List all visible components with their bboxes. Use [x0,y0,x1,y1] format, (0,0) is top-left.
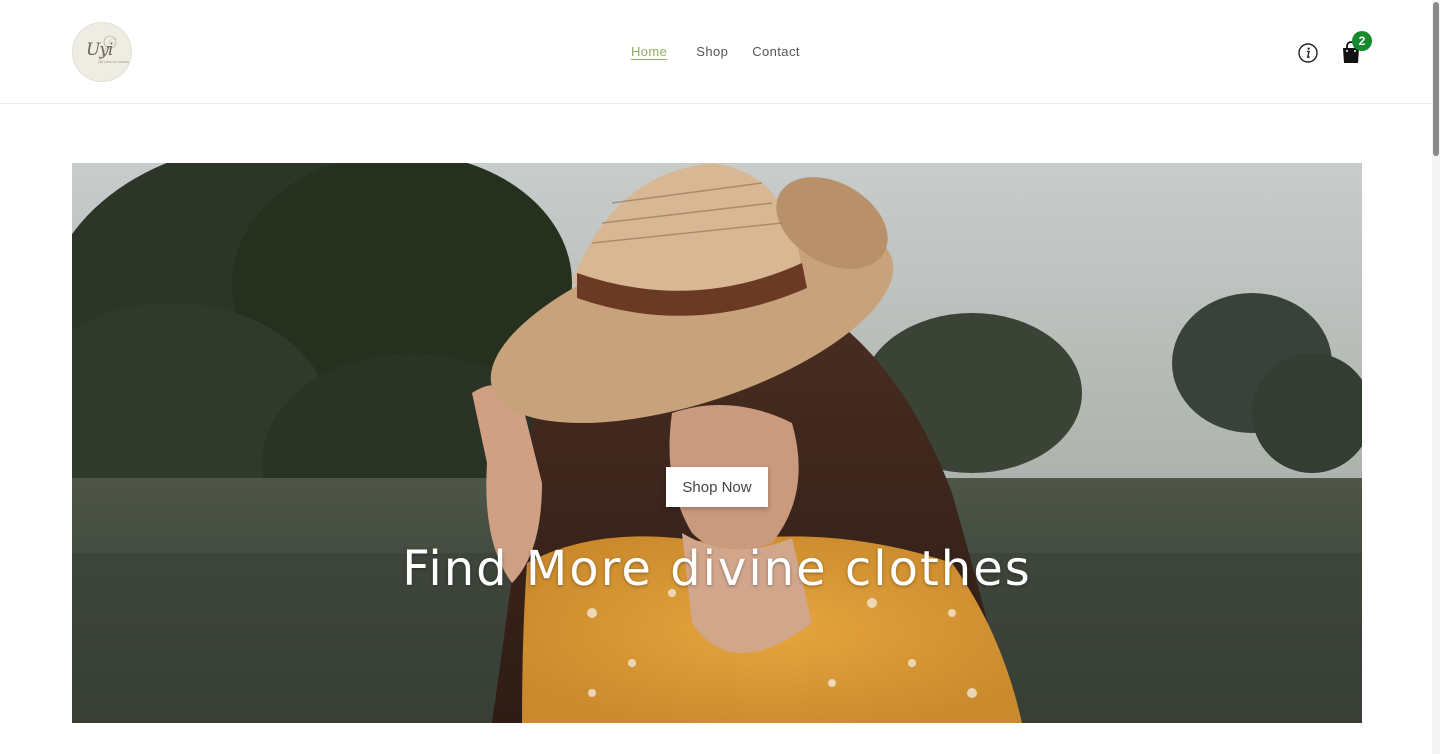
page-scrollbar[interactable] [1432,0,1440,754]
info-circle-icon [1298,43,1318,63]
info-button[interactable] [1298,43,1318,63]
cart-count-badge: 2 [1352,31,1372,51]
nav-item-shop[interactable]: Shop [696,44,728,60]
site-header: Uyi DIVINE CLOTHES Home Shop Contact 2 [0,0,1432,104]
nav-item-contact[interactable]: Contact [752,44,800,60]
scrollbar-thumb[interactable] [1433,2,1439,156]
brand-logo[interactable]: Uyi DIVINE CLOTHES [72,22,132,82]
logo-text: Uyi [86,40,113,60]
nav-item-home[interactable]: Home [631,44,667,60]
logo-subtext: DIVINE CLOTHES [100,60,130,64]
shop-now-button[interactable]: Shop Now [666,467,768,507]
hero-banner: Find More divine clothes Shop Now [72,163,1362,723]
hero-title: Find More divine clothes [402,541,1032,597]
hero-photo [72,163,1362,723]
main-nav: Home Shop Contact [631,44,800,60]
